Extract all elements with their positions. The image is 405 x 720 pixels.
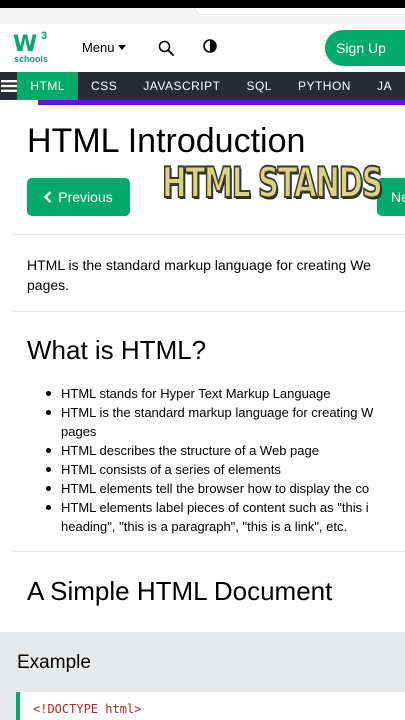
menu-label: Menu (82, 40, 115, 55)
hamburger-menu-icon[interactable] (0, 72, 17, 100)
contrast-toggle-icon[interactable] (203, 39, 217, 53)
chevron-left-icon (44, 191, 52, 203)
intro-line-1: HTML is the standard markup language for… (27, 257, 371, 273)
tab-javascript[interactable]: JAVASCRIPT (130, 72, 233, 100)
tab-css[interactable]: CSS (78, 72, 130, 100)
banner-strip (38, 100, 405, 105)
list-item-line: HTML elements label pieces of content su… (61, 500, 369, 515)
caret-down-icon (117, 45, 126, 50)
address-field[interactable] (195, 8, 405, 15)
status-bar (0, 0, 405, 8)
divider (12, 234, 405, 235)
feature-list: HTML stands for Hyper Text Markup Langua… (46, 384, 405, 536)
next-label: Ne (391, 189, 405, 205)
tab-python[interactable]: PYTHON (285, 72, 364, 100)
menu-button[interactable]: Menu (82, 40, 126, 55)
video-caption-overlay: HTML STANDS (161, 157, 383, 208)
sign-up-label: Sign Up (336, 40, 386, 56)
divider (12, 311, 405, 312)
list-item: HTML describes the structure of a Web pa… (46, 441, 405, 460)
previous-button[interactable]: Previous (27, 178, 130, 216)
list-item: HTML elements label pieces of content su… (46, 498, 405, 536)
list-item: HTML consists of a series of elements (46, 460, 405, 479)
code-line: <!DOCTYPE html> (33, 702, 142, 716)
sign-up-button[interactable]: Sign Up (325, 30, 405, 66)
list-item-line: pages (61, 424, 97, 439)
example-heading: Example (17, 652, 91, 673)
logo-superscript: 3 (41, 30, 48, 42)
topic-tab-bar: HTML CSS JAVASCRIPT SQL PYTHON JA (0, 72, 405, 100)
code-example: <!DOCTYPE html> (16, 692, 405, 720)
section-heading-simple-document: A Simple HTML Document (27, 576, 333, 606)
logo-text: schools (14, 54, 49, 64)
tab-java[interactable]: JA (364, 72, 405, 100)
list-item: HTML stands for Hyper Text Markup Langua… (46, 384, 405, 403)
top-navbar: W 3 schools Menu Sign Up (0, 24, 405, 72)
section-heading-what-is-html: What is HTML? (27, 335, 207, 365)
intro-paragraph: HTML is the standard markup language for… (27, 255, 405, 295)
previous-label: Previous (58, 189, 113, 205)
w3schools-logo[interactable]: W 3 schools (13, 30, 53, 66)
list-item-line: HTML is the standard markup language for… (61, 405, 374, 420)
page-title: HTML Introduction (27, 122, 306, 160)
tab-sql[interactable]: SQL (233, 72, 285, 100)
tab-html[interactable]: HTML (17, 72, 79, 100)
hamburger-icon (0, 80, 17, 92)
intro-line-2: pages. (27, 277, 70, 293)
list-item: HTML elements tell the browser how to di… (46, 479, 405, 498)
list-item: HTML is the standard markup language for… (46, 403, 405, 441)
list-item-line: heading", "this is a paragraph", "this i… (61, 519, 348, 534)
divider (12, 551, 405, 552)
search-icon[interactable] (158, 40, 174, 56)
